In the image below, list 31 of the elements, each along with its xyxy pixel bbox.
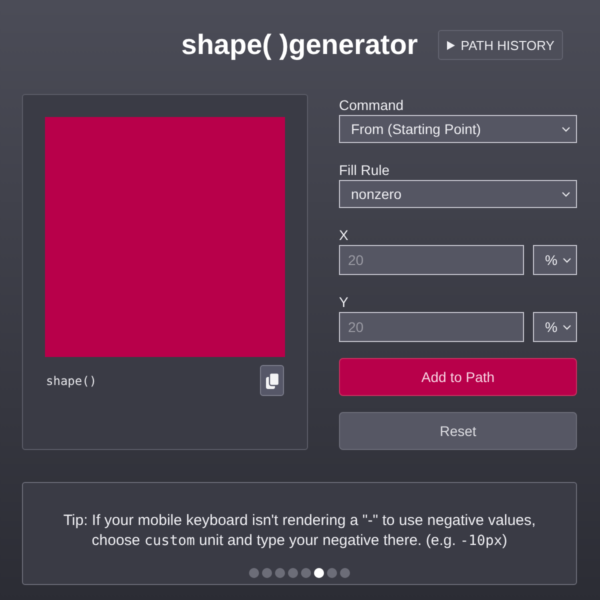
copy-button[interactable] xyxy=(260,365,284,396)
tip-text: Tip: If your mobile keyboard isn't rendering a "-" to use negative values, choose custom unit and type your negative there. (e.g. -10px) xyxy=(62,511,537,551)
dropdown-select[interactable]: From (Starting Point) xyxy=(339,115,577,143)
pagination-dot-icon[interactable] xyxy=(262,568,272,578)
chevron-down-icon xyxy=(562,126,570,132)
number-input-field[interactable]: 20 xyxy=(339,312,524,342)
pagination-dot-icon[interactable] xyxy=(288,568,298,578)
chevron-down-icon xyxy=(562,192,570,196)
field-label: X xyxy=(339,226,350,245)
add-to-path-button[interactable]: Add to Path xyxy=(339,358,577,396)
path-history-button[interactable]: PATH HISTORY xyxy=(438,30,564,60)
field-label: Command xyxy=(339,96,405,115)
chevron-down-icon xyxy=(563,258,571,262)
field-label: Fill Rule xyxy=(339,161,391,180)
chevron-down-icon xyxy=(563,324,571,330)
shape-code: shape() xyxy=(46,374,97,388)
pagination-dot-icon[interactable] xyxy=(249,568,259,578)
field-label: Y xyxy=(339,293,350,312)
pagination-dot-icon[interactable] xyxy=(301,568,311,578)
reset-button[interactable]: Reset xyxy=(339,412,577,450)
pagination-dot-icon[interactable] xyxy=(340,568,350,578)
pagination-dot-icon[interactable] xyxy=(327,568,337,578)
pagination-dot-icon[interactable] xyxy=(314,568,324,578)
copy-icon xyxy=(266,372,278,388)
unit-select[interactable]: % xyxy=(533,312,577,342)
play-icon xyxy=(446,40,455,50)
number-input-field[interactable]: 20 xyxy=(339,245,524,275)
app-title: shape( )generator xyxy=(181,30,418,60)
dropdown-select[interactable]: nonzero xyxy=(339,180,577,208)
unit-select[interactable]: % xyxy=(533,245,577,275)
pagination-dot-icon[interactable] xyxy=(275,568,285,578)
